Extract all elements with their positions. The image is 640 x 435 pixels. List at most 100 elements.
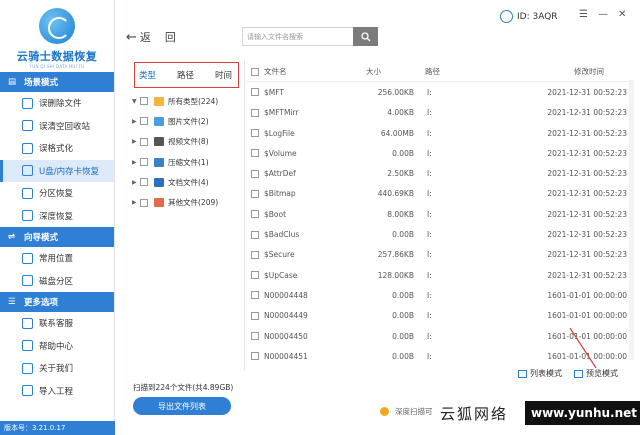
row-checkbox[interactable]: [251, 291, 259, 300]
sidebar-item[interactable]: 常用位置: [0, 247, 114, 270]
table-row[interactable]: $Bitmap 440.69KB I: 2021-12-31 00:52:23: [246, 184, 630, 204]
sidebar-item[interactable]: 分区恢复: [0, 182, 114, 205]
preview-mode-button[interactable]: 预览模式: [574, 368, 618, 379]
table-row[interactable]: $AttrDef 2.50KB I: 2021-12-31 00:52:23: [246, 163, 630, 183]
sidebar-item[interactable]: 关于我们: [0, 357, 114, 380]
tree-checkbox[interactable]: [140, 178, 148, 187]
top-bar: ← 返 回 请输入文件名搜索 ID: 3AQR ☰ — ✕: [116, 0, 640, 50]
header-size[interactable]: 大小: [364, 66, 412, 77]
filter-tab[interactable]: 类型: [139, 69, 156, 81]
collapse-arrow-icon[interactable]: ▼: [132, 98, 140, 105]
back-button[interactable]: ← 返 回: [126, 29, 176, 45]
sidebar-item-label: 误删除文件: [39, 99, 82, 110]
table-row[interactable]: $LogFile 64.00MB I: 2021-12-31 00:52:23: [246, 123, 630, 143]
header-name[interactable]: 文件名: [264, 66, 364, 77]
panel-divider: [244, 60, 245, 370]
row-checkbox[interactable]: [251, 189, 259, 198]
deep-scan-hint[interactable]: 深度扫描可: [380, 406, 433, 417]
sidebar-section-title: 更多选项: [24, 298, 59, 308]
minimize-icon[interactable]: —: [598, 9, 608, 20]
filter-tab[interactable]: 时间: [215, 69, 232, 81]
row-checkbox[interactable]: [251, 332, 259, 340]
file-path-cell: I:: [427, 270, 432, 280]
sidebar-item-icon: [22, 317, 33, 329]
table-row[interactable]: N00004448 0.00B I: 1601-01-01 00:00:00: [246, 285, 630, 305]
tree-checkbox[interactable]: [140, 137, 148, 146]
folder-icon: [154, 96, 164, 106]
header-time[interactable]: 修改时间: [482, 66, 628, 77]
filter-tab[interactable]: 路径: [177, 69, 194, 81]
row-checkbox[interactable]: [251, 169, 259, 178]
user-id[interactable]: ID: 3AQR: [500, 10, 558, 23]
preview-mode-label: 预览模式: [586, 369, 618, 378]
expand-arrow-icon[interactable]: ▶: [132, 118, 140, 125]
table-row[interactable]: $MFTMirr 4.00KB I: 2021-12-31 00:52:23: [246, 103, 630, 123]
file-size-cell: 0.00B: [392, 230, 414, 240]
row-checkbox[interactable]: [251, 352, 259, 361]
sidebar-item-label: 常用位置: [39, 254, 74, 265]
scrollbar[interactable]: [629, 80, 634, 360]
table-row[interactable]: $Volume 0.00B I: 2021-12-31 00:52:23: [246, 143, 630, 163]
sidebar-item[interactable]: 误删除文件: [0, 92, 114, 115]
row-checkbox[interactable]: [251, 230, 259, 239]
tree-item[interactable]: ▶ 视频文件(8): [132, 132, 244, 152]
file-name-cell: N00004451: [264, 351, 308, 361]
tree-item[interactable]: ▶ 图片文件(2): [132, 111, 244, 131]
file-path-cell: I:: [427, 209, 432, 219]
sidebar-item-label: 关于我们: [39, 364, 74, 375]
sidebar-item[interactable]: 误格式化: [0, 137, 114, 160]
list-mode-button[interactable]: 列表模式: [518, 368, 562, 379]
table-row[interactable]: $BadClus 0.00B I: 2021-12-31 00:52:23: [246, 224, 630, 244]
file-size-cell: 440.69KB: [377, 189, 414, 199]
file-name-cell: $BadClus: [264, 230, 300, 240]
row-checkbox[interactable]: [251, 149, 259, 158]
sidebar-section-title: 向导模式: [24, 233, 59, 243]
tree-item[interactable]: ▼ 所有类型(224): [132, 91, 244, 111]
tree-item[interactable]: ▶ 其他文件(209): [132, 192, 244, 212]
sidebar-item[interactable]: U盘/内存卡恢复: [0, 159, 114, 182]
header-path[interactable]: 路径: [412, 66, 482, 77]
tree-item[interactable]: ▶ 文档文件(4): [132, 172, 244, 192]
sidebar-item-icon: [22, 187, 33, 199]
file-time-cell: 2021-12-31 00:52:23: [547, 169, 627, 179]
sidebar-item[interactable]: 联系客服: [0, 312, 114, 335]
tree-checkbox[interactable]: [140, 117, 148, 126]
table-row[interactable]: $UpCase 128.00KB I: 2021-12-31 00:52:23: [246, 265, 630, 285]
row-checkbox[interactable]: [251, 88, 259, 97]
table-row[interactable]: $MFT 256.00KB I: 2021-12-31 00:52:23: [246, 82, 630, 102]
expand-arrow-icon[interactable]: ▶: [132, 159, 140, 166]
row-checkbox[interactable]: [251, 129, 259, 138]
expand-arrow-icon[interactable]: ▶: [132, 179, 140, 186]
row-checkbox[interactable]: [251, 250, 259, 259]
row-checkbox[interactable]: [251, 311, 259, 320]
file-size-cell: 4.00KB: [387, 108, 414, 118]
sidebar-item[interactable]: 误清空回收站: [0, 115, 114, 138]
tree-checkbox[interactable]: [140, 97, 148, 106]
search-button[interactable]: [353, 27, 378, 46]
menu-icon[interactable]: ☰: [579, 9, 588, 20]
export-list-button[interactable]: 导出文件列表: [133, 397, 231, 415]
tree-item[interactable]: ▶ 压缩文件(1): [132, 152, 244, 172]
sidebar-item-label: 深度恢复: [39, 211, 74, 222]
close-icon[interactable]: ✕: [618, 9, 626, 20]
filter-tabs: 类型 路径 时间: [134, 62, 239, 88]
sidebar-item[interactable]: 深度恢复: [0, 205, 114, 228]
expand-arrow-icon[interactable]: ▶: [132, 138, 140, 145]
row-checkbox[interactable]: [251, 210, 259, 219]
select-all-checkbox[interactable]: [251, 67, 259, 76]
back-label-2: 回: [164, 31, 176, 44]
info-icon: [380, 407, 389, 416]
tree-checkbox[interactable]: [140, 158, 148, 167]
table-row[interactable]: $Secure 257.86KB I: 2021-12-31 00:52:23: [246, 245, 630, 265]
table-row[interactable]: $Boot 8.00KB I: 2021-12-31 00:52:23: [246, 204, 630, 224]
row-checkbox[interactable]: [251, 271, 259, 280]
file-name-cell: N00004450: [264, 331, 308, 341]
expand-arrow-icon[interactable]: ▶: [132, 199, 140, 206]
sidebar-item[interactable]: 帮助中心: [0, 335, 114, 358]
sidebar-item[interactable]: 磁盘分区: [0, 270, 114, 293]
tree-checkbox[interactable]: [140, 198, 148, 207]
file-path-cell: I:: [427, 351, 432, 361]
row-checkbox[interactable]: [251, 108, 259, 117]
sidebar-item[interactable]: 导入工程: [0, 380, 114, 403]
table-row[interactable]: N00004449 0.00B I: 1601-01-01 00:00:00: [246, 306, 630, 326]
